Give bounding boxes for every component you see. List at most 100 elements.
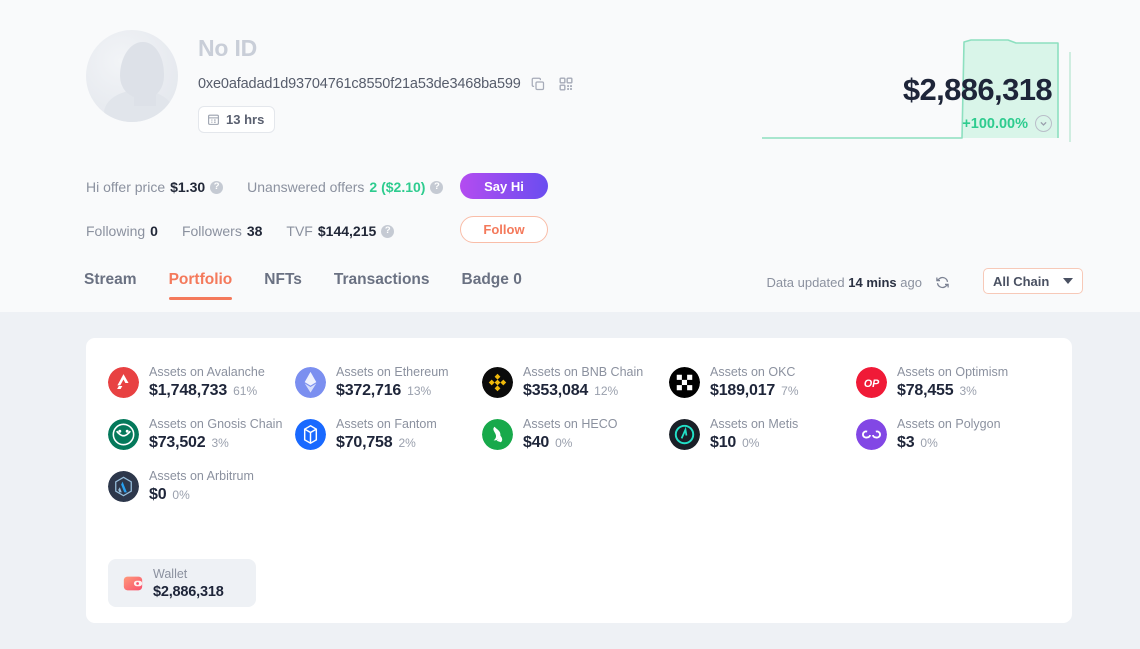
avatar[interactable]	[86, 30, 178, 122]
chain-asset-name: Assets on Polygon	[897, 417, 1001, 431]
chain-asset-text: Assets on Polygon $3 0%	[897, 415, 1001, 453]
chain-asset-value-row: $0 0%	[149, 485, 254, 505]
tab-list: Stream Portfolio NFTs Transactions Badge 0	[84, 258, 538, 312]
page-title: No ID	[198, 35, 258, 61]
tvf-label: TVF	[286, 223, 313, 239]
chain-asset-text: Assets on OKC $189,017 7%	[710, 363, 798, 401]
optimism-icon: OP	[856, 366, 887, 398]
identity-block: No ID 0xe0afadad1d93704761c8550f21a53de3…	[198, 30, 575, 133]
chain-asset-grid: Assets on Avalanche $1,748,733 61% Assets o…	[108, 356, 1050, 512]
chain-asset-item[interactable]: OP Assets on Optimism $78,455 3%	[856, 356, 1043, 408]
tab-stream[interactable]: Stream	[84, 258, 153, 312]
chain-asset-item[interactable]: Assets on OKC $189,017 7%	[669, 356, 856, 408]
help-icon[interactable]: ?	[430, 180, 444, 194]
chain-asset-amount: $1,748,733	[149, 382, 228, 399]
chain-asset-name: Assets on OKC	[710, 365, 796, 379]
chain-asset-value-row: $78,455 3%	[897, 381, 1008, 401]
unanswered-offers-label: Unanswered offers	[247, 179, 365, 195]
arbitrum-icon	[108, 470, 139, 502]
profile-header: No ID 0xe0afadad1d93704761c8550f21a53de3…	[0, 0, 1140, 312]
chevron-down-circle-icon[interactable]	[1035, 115, 1052, 132]
okc-icon	[669, 366, 700, 398]
chain-asset-percent: 0%	[555, 436, 573, 450]
chain-asset-text: Assets on Fantom $70,758 2%	[336, 415, 437, 453]
chain-asset-item[interactable]: Assets on BNB Chain $353,084 12%	[482, 356, 669, 408]
profile-stats: Hi offer price $1.30 ? Unanswered offers…	[86, 173, 586, 244]
wallet-text: Wallet $2,886,318	[153, 565, 224, 602]
heco-icon	[482, 418, 513, 450]
chain-asset-name: Assets on Arbitrum	[149, 469, 254, 483]
hi-offer-price-stat: Hi offer price $1.30 ?	[86, 179, 224, 195]
ethereum-icon	[295, 366, 326, 398]
followers-stat: Followers 38	[182, 223, 262, 239]
tab-transactions[interactable]: Transactions	[318, 258, 446, 312]
follow-button[interactable]: Follow	[460, 216, 548, 243]
chain-asset-item[interactable]: Assets on Ethereum $372,716 13%	[295, 356, 482, 408]
wallet-summary[interactable]: Wallet $2,886,318	[108, 559, 256, 607]
chain-asset-name: Assets on BNB Chain	[523, 365, 644, 379]
tab-portfolio[interactable]: Portfolio	[153, 258, 249, 312]
tvf-stat: TVF $144,215 ?	[286, 223, 395, 239]
data-updated-value: 14 mins	[848, 275, 897, 290]
net-worth-change-label: +100.00%	[962, 115, 1028, 132]
gnosis-icon	[108, 418, 139, 450]
tab-badge-0[interactable]: Badge 0	[446, 258, 538, 312]
chain-asset-item[interactable]: Assets on Arbitrum $0 0%	[108, 460, 295, 512]
net-worth-block: $2,886,318 +100.00%	[758, 30, 1078, 145]
chain-asset-amount: $73,502	[149, 434, 206, 451]
net-worth-change: +100.00%	[962, 115, 1052, 132]
chain-asset-percent: 13%	[407, 384, 432, 398]
chain-asset-name: Assets on Fantom	[336, 417, 437, 431]
bnb-icon	[482, 366, 513, 398]
address-row: 0xe0afadad1d93704761c8550f21a53de3468ba5…	[198, 75, 575, 93]
stats-row-offers: Hi offer price $1.30 ? Unanswered offers…	[86, 173, 586, 200]
chain-asset-amount: $3	[897, 434, 915, 451]
chain-asset-percent: 61%	[233, 384, 258, 398]
chain-asset-amount: $78,455	[897, 382, 954, 399]
chain-asset-amount: $353,084	[523, 382, 589, 399]
time-badge[interactable]: 13 hrs	[198, 106, 276, 133]
calendar-icon	[207, 113, 220, 126]
following-value: 0	[150, 223, 158, 239]
data-updated-text: Data updated 14 mins ago	[767, 275, 922, 290]
following-label: Following	[86, 223, 146, 239]
chevron-down-icon	[1063, 278, 1073, 284]
tab-nfts[interactable]: NFTs	[248, 258, 318, 312]
fantom-icon	[295, 418, 326, 450]
chain-asset-item[interactable]: Assets on HECO $40 0%	[482, 408, 669, 460]
help-icon[interactable]: ?	[381, 224, 395, 238]
data-updated-status: Data updated 14 mins ago	[767, 275, 950, 290]
wallet-icon	[122, 572, 144, 594]
svg-text:OP: OP	[864, 377, 880, 389]
chain-asset-amount: $0	[149, 486, 167, 503]
chain-asset-name: Assets on Metis	[710, 417, 799, 431]
chain-asset-item[interactable]: Assets on Avalanche $1,748,733 61%	[108, 356, 295, 408]
chain-asset-value-row: $10 0%	[710, 433, 798, 453]
following-stat: Following 0	[86, 223, 158, 239]
net-worth-amount: $2,886,318	[902, 72, 1053, 107]
chain-asset-item[interactable]: Assets on Metis $10 0%	[669, 408, 856, 460]
chain-asset-percent: 0%	[920, 436, 938, 450]
chain-asset-amount: $189,017	[710, 382, 776, 399]
metis-icon	[669, 418, 700, 450]
chain-asset-item[interactable]: Assets on Fantom $70,758 2%	[295, 408, 482, 460]
copy-icon[interactable]	[530, 75, 548, 93]
refresh-icon[interactable]	[935, 275, 950, 290]
say-hi-button[interactable]: Say Hi	[460, 173, 548, 199]
chain-asset-value-row: $189,017 7%	[710, 381, 798, 401]
qr-code-icon[interactable]	[557, 75, 575, 93]
chain-asset-item[interactable]: Assets on Gnosis Chain $73,502 3%	[108, 408, 295, 460]
chain-asset-text: Assets on Metis $10 0%	[710, 415, 798, 453]
profile-identity-row: No ID 0xe0afadad1d93704761c8550f21a53de3…	[86, 30, 575, 133]
chain-asset-percent: 0%	[742, 436, 760, 450]
chain-asset-item[interactable]: Assets on Polygon $3 0%	[856, 408, 1043, 460]
hi-offer-price-value: $1.30	[170, 179, 206, 195]
chain-filter-select[interactable]: All Chain	[983, 268, 1083, 294]
chain-asset-text: Assets on Optimism $78,455 3%	[897, 363, 1008, 401]
help-icon[interactable]: ?	[210, 180, 224, 194]
chain-asset-name: Assets on Avalanche	[149, 365, 265, 379]
chain-asset-name: Assets on Gnosis Chain	[149, 417, 283, 431]
chain-asset-amount: $372,716	[336, 382, 402, 399]
chain-asset-value-row: $70,758 2%	[336, 433, 437, 453]
stats-row-social: Following 0 Followers 38 TVF $144,215 ? …	[86, 216, 586, 244]
